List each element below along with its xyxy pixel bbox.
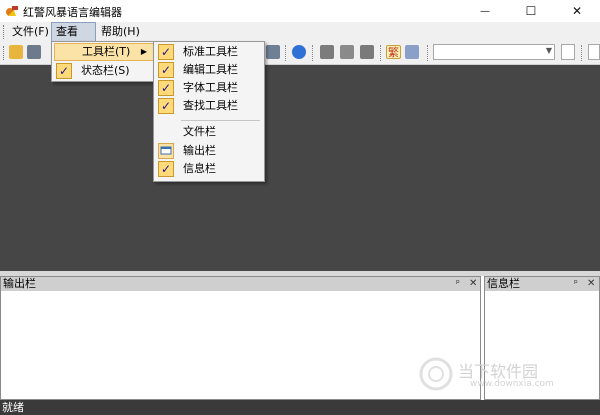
open-folder-icon[interactable] (9, 45, 23, 59)
menu-file[interactable]: 文件(F) (8, 22, 53, 42)
output-window-icon (158, 143, 174, 159)
chevron-down-icon: ▼ (545, 46, 552, 55)
output-panel: 输出栏 ᵖ ✕ (0, 276, 481, 400)
traditional-chinese-button[interactable]: 繁 (386, 45, 401, 59)
search-input[interactable] (588, 44, 600, 60)
close-button[interactable]: ✕ (554, 0, 600, 22)
window-tile-icon[interactable] (266, 45, 280, 59)
menu-item-toolbars[interactable]: 工具栏(T) ▶ (54, 43, 154, 61)
toolbar-separator (380, 45, 382, 61)
status-text: 就绪 (2, 401, 24, 414)
toolbar-grip[interactable] (3, 46, 6, 60)
info-panel-title: 信息栏 (487, 277, 520, 290)
toolbar-separator (581, 45, 583, 61)
save-icon[interactable] (27, 45, 41, 59)
maximize-icon: ☐ (525, 4, 537, 18)
menu-help[interactable]: 帮助(H) (97, 22, 144, 42)
window-title: 红警风暴语言编辑器 (23, 6, 122, 19)
menu-bar: 文件(F) 查看(V) 帮助(H) (0, 22, 600, 56)
menu-item-info-bar[interactable]: ✓ 信息栏 (156, 160, 262, 178)
toolbar-separator (285, 45, 287, 61)
menu-item-output-bar[interactable]: 输出栏 (156, 142, 262, 160)
editor-area[interactable] (0, 65, 600, 271)
title-bar: 红警风暴语言编辑器 — ☐ ✕ (0, 0, 600, 22)
size-combo[interactable] (561, 44, 575, 60)
menu-item-find-toolbar[interactable]: ✓ 查找工具栏 (156, 97, 262, 115)
info-panel-header: 信息栏 (485, 277, 599, 291)
toolbar-separator (312, 45, 314, 61)
check-icon: ✓ (56, 63, 72, 79)
maximize-button[interactable]: ☐ (508, 0, 554, 22)
menu-item-file-bar[interactable]: 文件栏 (156, 123, 262, 141)
help-icon[interactable] (292, 45, 306, 59)
menu-view[interactable]: 查看(V) (51, 22, 96, 56)
app-logo-icon (6, 6, 18, 16)
status-bar: 就绪 (0, 400, 600, 415)
output-panel-title: 输出栏 (3, 277, 36, 290)
minimize-icon: — (480, 5, 490, 17)
menu-separator (181, 120, 260, 121)
check-icon: ✓ (158, 161, 174, 177)
menu-item-edit-toolbar[interactable]: ✓ 编辑工具栏 (156, 61, 262, 79)
simplified-chinese-icon[interactable] (405, 45, 419, 59)
pin-icon[interactable]: ᵖ (574, 277, 578, 291)
check-icon: ✓ (158, 62, 174, 78)
close-icon[interactable]: ✕ (469, 277, 477, 291)
menu-item-font-toolbar[interactable]: ✓ 字体工具栏 (156, 79, 262, 97)
font-combo[interactable]: ▼ (433, 44, 555, 60)
chevron-right-icon: ▶ (140, 47, 147, 56)
import-icon[interactable] (340, 45, 354, 59)
close-icon: ✕ (571, 4, 583, 18)
pin-icon[interactable]: ᵖ (456, 277, 460, 291)
menu-item-statusbar[interactable]: ✓ 状态栏(S) (54, 62, 154, 80)
check-icon: ✓ (158, 44, 174, 60)
close-icon[interactable]: ✕ (587, 277, 595, 291)
compile-icon[interactable] (360, 45, 374, 59)
check-icon: ✓ (158, 80, 174, 96)
output-panel-header: 输出栏 (1, 277, 480, 291)
menu-item-standard-toolbar[interactable]: ✓ 标准工具栏 (156, 43, 262, 61)
check-icon: ✓ (158, 98, 174, 114)
menubar-grip[interactable] (3, 25, 6, 39)
toolbar-separator (427, 45, 429, 61)
watermark-url: www.downxia.com (470, 379, 554, 389)
toolbars-submenu: ✓ 标准工具栏 ✓ 编辑工具栏 ✓ 字体工具栏 ✓ 查找工具栏 文件栏 输出栏 … (153, 41, 265, 182)
view-menu: 工具栏(T) ▶ ✓ 状态栏(S) (51, 41, 157, 82)
export-icon[interactable] (320, 45, 334, 59)
minimize-button[interactable]: — (462, 0, 508, 22)
